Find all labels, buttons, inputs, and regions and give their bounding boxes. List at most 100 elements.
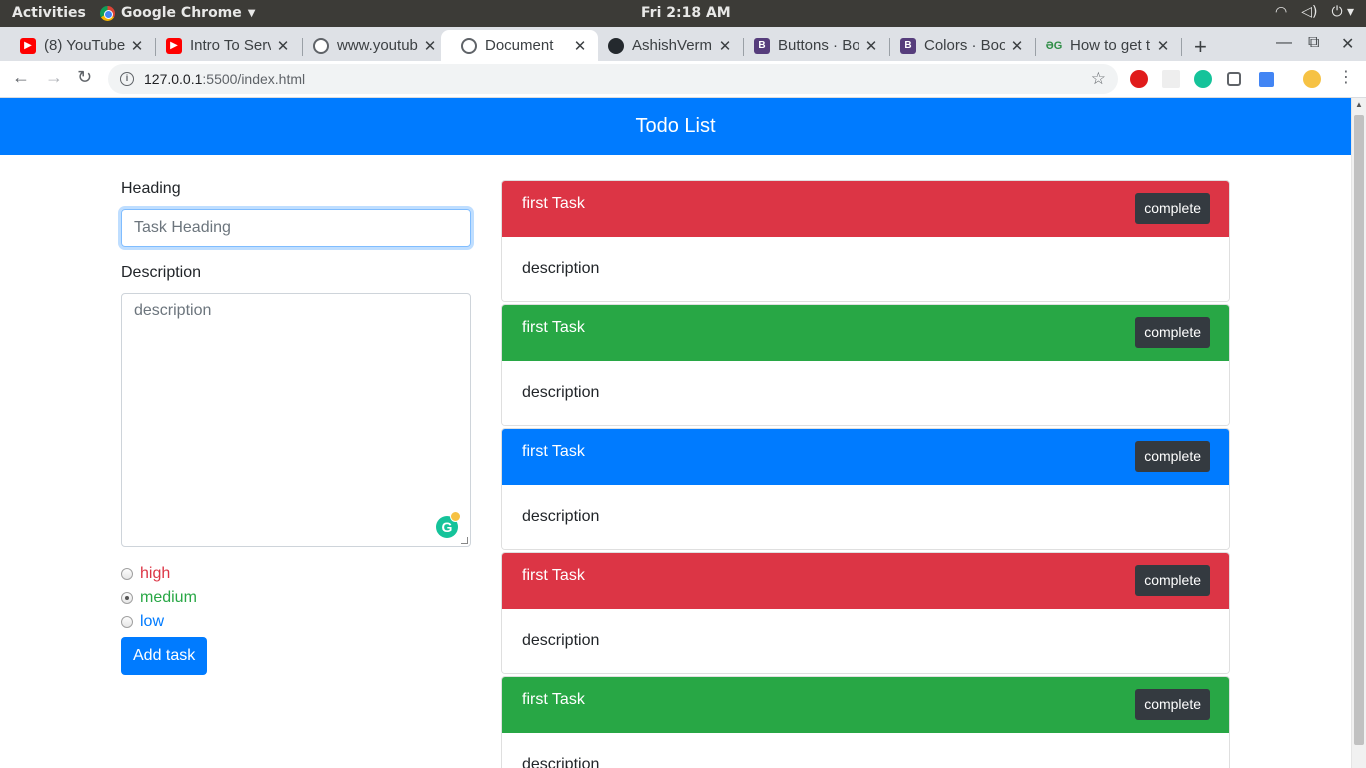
forward-arrow-icon[interactable]: → bbox=[45, 67, 63, 88]
close-icon[interactable]: ✕ bbox=[1009, 37, 1025, 55]
tab-www-youtube[interactable]: www.youtub ✕ bbox=[293, 30, 448, 61]
priority-high-label: high bbox=[140, 565, 171, 582]
scrollbar-thumb[interactable] bbox=[1354, 115, 1364, 745]
task-card: first Task complete description bbox=[501, 676, 1230, 768]
tab-title: Colors · Boo bbox=[924, 37, 1005, 54]
task-description: description bbox=[502, 733, 1229, 768]
task-card-header: first Task complete bbox=[502, 429, 1229, 485]
tab-document[interactable]: Document ✕ bbox=[441, 30, 598, 61]
reload-icon[interactable]: ↻ bbox=[77, 67, 92, 88]
tab-title: How to get t bbox=[1070, 37, 1151, 54]
close-icon[interactable]: ✕ bbox=[717, 37, 733, 55]
complete-button[interactable]: complete bbox=[1135, 565, 1210, 596]
extension-icon[interactable] bbox=[1259, 72, 1274, 87]
menu-kebab-icon[interactable]: ⋮ bbox=[1338, 67, 1354, 87]
page-viewport: Todo List Heading Task Heading Descripti… bbox=[0, 98, 1351, 768]
radio-medium[interactable] bbox=[121, 592, 133, 604]
wifi-icon: ◠ bbox=[1274, 4, 1288, 20]
page-title: Todo List bbox=[0, 98, 1351, 155]
eyedropper-extension-icon[interactable] bbox=[1227, 72, 1241, 86]
tab-title: Intro To Serv bbox=[190, 37, 271, 54]
close-icon[interactable]: ✕ bbox=[275, 37, 291, 55]
heading-input[interactable]: Task Heading bbox=[121, 209, 471, 247]
url-host: 127.0.0.1 bbox=[144, 71, 203, 87]
task-card: first Task complete description bbox=[501, 180, 1230, 302]
task-card: first Task complete description bbox=[501, 304, 1230, 426]
restore-icon[interactable]: ⧉ bbox=[1308, 34, 1319, 52]
task-description: description bbox=[502, 361, 1229, 425]
task-description: description bbox=[502, 485, 1229, 549]
grammarly-alert-icon bbox=[450, 511, 461, 522]
system-tray[interactable]: ◠ ◁) ⏻ ▾ bbox=[1275, 4, 1354, 20]
extension-icon[interactable] bbox=[1162, 70, 1180, 88]
close-icon[interactable]: ✕ bbox=[129, 37, 145, 55]
bootstrap-icon: B bbox=[900, 37, 916, 54]
scroll-up-arrow-icon[interactable]: ▲ bbox=[1355, 100, 1363, 109]
youtube-icon: ▶ bbox=[166, 37, 182, 54]
close-icon[interactable]: ✕ bbox=[1155, 37, 1171, 55]
app-menu[interactable]: Google Chrome ▼ bbox=[100, 5, 255, 21]
tab-title: Buttons · Bo bbox=[778, 37, 859, 54]
minimize-icon[interactable]: — bbox=[1276, 34, 1292, 52]
github-icon bbox=[608, 37, 624, 54]
task-card: first Task complete description bbox=[501, 552, 1230, 674]
tab-colors-bootstrap[interactable]: B Colors · Boo ✕ bbox=[880, 30, 1035, 61]
priority-medium[interactable]: medium bbox=[121, 586, 471, 610]
window-close-icon[interactable]: ✕ bbox=[1341, 34, 1354, 54]
profile-avatar-icon[interactable] bbox=[1303, 70, 1321, 88]
new-tab-plus-icon[interactable]: + bbox=[1194, 34, 1207, 60]
tab-title: (8) YouTube bbox=[44, 37, 125, 54]
task-heading: first Task bbox=[522, 443, 585, 460]
tab-buttons-bootstrap[interactable]: B Buttons · Bo ✕ bbox=[734, 30, 889, 61]
task-description: description bbox=[502, 237, 1229, 301]
tab-github[interactable]: AshishVerm ✕ bbox=[588, 30, 743, 61]
complete-button[interactable]: complete bbox=[1135, 193, 1210, 224]
tab-how-to-get[interactable]: ƏG How to get t ✕ bbox=[1026, 30, 1181, 61]
radio-low[interactable] bbox=[121, 616, 133, 628]
tab-youtube[interactable]: ▶ (8) YouTube ✕ bbox=[0, 30, 155, 61]
page-scrollbar[interactable]: ▲ bbox=[1351, 98, 1366, 768]
task-description: description bbox=[502, 609, 1229, 673]
back-arrow-icon[interactable]: ← bbox=[12, 67, 30, 88]
close-icon[interactable]: ✕ bbox=[572, 37, 588, 55]
complete-button[interactable]: complete bbox=[1135, 689, 1210, 720]
power-icon: ⏻ ▾ bbox=[1331, 4, 1354, 20]
task-list: first Task complete description first Ta… bbox=[501, 180, 1230, 768]
heading-label: Heading bbox=[121, 180, 181, 197]
app-name: Google Chrome bbox=[121, 5, 242, 21]
description-label: Description bbox=[121, 264, 202, 281]
complete-button[interactable]: complete bbox=[1135, 317, 1210, 348]
chevron-down-icon: ▼ bbox=[247, 7, 256, 19]
priority-high[interactable]: high bbox=[121, 562, 471, 586]
os-top-bar: Activities Google Chrome ▼ Fri 2:18 AM ◠… bbox=[0, 0, 1366, 27]
tab-intro-to-serv[interactable]: ▶ Intro To Serv ✕ bbox=[146, 30, 301, 61]
complete-button[interactable]: complete bbox=[1135, 441, 1210, 472]
radio-high[interactable] bbox=[121, 568, 133, 580]
resize-handle[interactable] bbox=[461, 537, 468, 544]
tab-title: Document bbox=[485, 37, 554, 54]
gfg-icon: ƏG bbox=[1045, 39, 1063, 52]
add-task-button[interactable]: Add task bbox=[121, 637, 208, 675]
description-textarea[interactable]: description G bbox=[121, 293, 471, 547]
clock[interactable]: Fri 2:18 AM bbox=[641, 5, 731, 21]
close-icon[interactable]: ✕ bbox=[422, 37, 438, 55]
description-placeholder: description bbox=[134, 302, 212, 319]
task-card-header: first Task complete bbox=[502, 305, 1229, 361]
task-card-header: first Task complete bbox=[502, 181, 1229, 237]
site-info-icon[interactable]: i bbox=[120, 72, 134, 86]
bootstrap-icon: B bbox=[754, 37, 770, 54]
task-heading: first Task bbox=[522, 319, 585, 336]
activities-button[interactable]: Activities bbox=[12, 5, 86, 21]
volume-icon: ◁) bbox=[1301, 4, 1318, 20]
address-bar[interactable]: i 127.0.0.1:5500/index.html ☆ bbox=[108, 64, 1118, 94]
task-heading: first Task bbox=[522, 195, 585, 212]
task-card-header: first Task complete bbox=[502, 553, 1229, 609]
priority-low[interactable]: low bbox=[121, 610, 471, 634]
bookmark-star-icon[interactable]: ☆ bbox=[1091, 69, 1106, 89]
chrome-icon bbox=[100, 5, 115, 21]
adblock-extension-icon[interactable] bbox=[1130, 70, 1148, 88]
priority-medium-label: medium bbox=[140, 589, 197, 606]
close-icon[interactable]: ✕ bbox=[863, 37, 879, 55]
task-card: first Task complete description bbox=[501, 428, 1230, 550]
grammarly-extension-icon[interactable] bbox=[1194, 70, 1212, 88]
